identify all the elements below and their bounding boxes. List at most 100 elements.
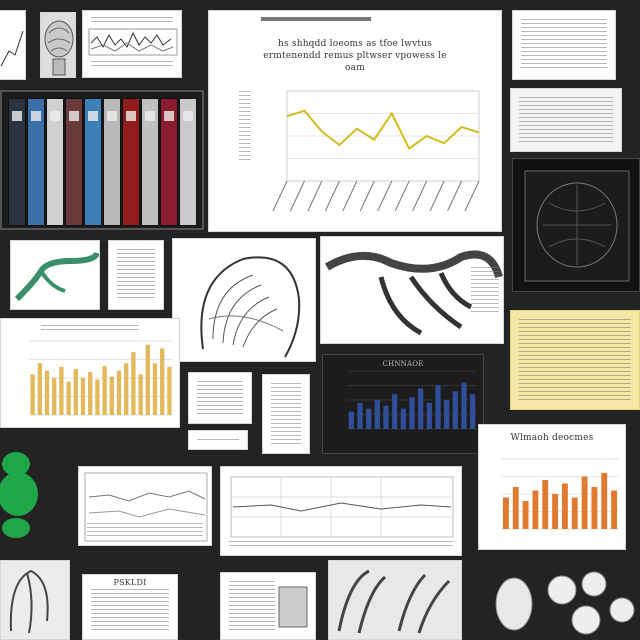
amber-bar <box>73 369 78 415</box>
orange-bar <box>522 501 529 529</box>
text-snippet-card <box>108 240 164 310</box>
binder-label <box>12 111 22 121</box>
green-model <box>0 450 40 540</box>
binder-spine <box>65 98 83 226</box>
navy-bar <box>409 397 415 429</box>
collage-canvas: { "background": "#232323", "colors": { "… <box>0 0 640 640</box>
device-card <box>220 572 316 640</box>
binder-label <box>126 111 136 121</box>
binder-spine <box>141 98 159 226</box>
orange-bar <box>512 487 519 529</box>
binder-label <box>164 111 174 121</box>
anatomy-sketch-small <box>0 560 70 640</box>
mini-chart-card <box>0 10 26 80</box>
orange-bar <box>532 490 539 529</box>
amber-bar <box>52 378 57 415</box>
orange-bar <box>502 497 509 529</box>
tick-label <box>307 180 323 212</box>
orange-bar <box>601 473 608 529</box>
tick-label <box>272 180 288 212</box>
navy-bar <box>444 400 450 429</box>
amber-chart-card <box>0 318 180 428</box>
amber-bar <box>138 374 143 415</box>
binder-spine <box>8 98 26 226</box>
amber-bar <box>167 366 172 415</box>
orange-bar-chart <box>501 458 619 530</box>
amber-bar <box>66 381 71 415</box>
binder-label <box>50 111 60 121</box>
amber-bar <box>95 379 100 415</box>
vascular-diagram-card <box>10 240 100 310</box>
dark-scan-card <box>512 158 640 292</box>
notes-card-3 <box>188 430 248 450</box>
binder-label <box>31 111 41 121</box>
orange-bar <box>591 487 598 529</box>
trace-chart-card <box>78 466 212 546</box>
muscle-sketch-bottom <box>328 560 462 640</box>
amber-bar <box>102 366 107 415</box>
navy-bar <box>418 388 424 429</box>
bottom-text-card: PSKLDI <box>82 574 178 640</box>
yellow-table-card <box>510 310 640 410</box>
orange-bar <box>571 497 578 529</box>
navy-bar <box>348 411 354 429</box>
anatomy-sketch-card <box>172 238 316 362</box>
binder-spine <box>27 98 45 226</box>
amber-bar <box>44 370 50 415</box>
tick-label <box>290 180 305 212</box>
binder-label <box>145 111 155 121</box>
navy-bar <box>426 402 432 429</box>
navy-bar <box>400 408 406 429</box>
amber-bar <box>88 372 93 415</box>
notes-card-1 <box>188 372 252 424</box>
notes-card-2 <box>262 374 310 454</box>
brain-model-card <box>40 12 76 78</box>
orange-chart-card: Wlmaoh deocmes <box>478 424 626 550</box>
amber-bar <box>131 352 136 415</box>
amber-bar-chart <box>29 340 173 416</box>
navy-bar <box>383 405 389 429</box>
navy-bar <box>452 391 458 429</box>
waveform-card <box>82 10 182 78</box>
tick-label <box>429 180 445 212</box>
binder-label <box>183 111 193 121</box>
amber-bar <box>80 378 86 415</box>
tick-label <box>324 180 340 212</box>
amber-bar <box>124 363 129 415</box>
navy-bar <box>435 385 441 429</box>
binder-label <box>107 111 117 121</box>
navy-bar <box>392 394 398 429</box>
binder-spine <box>46 98 64 226</box>
binder-label <box>88 111 98 121</box>
tick-label <box>342 180 358 212</box>
orange-bar <box>581 476 588 529</box>
binder-spine <box>122 98 140 226</box>
binder-label <box>69 111 79 121</box>
amber-bar <box>152 363 158 415</box>
tick-label <box>394 180 410 212</box>
amber-bar <box>59 366 64 415</box>
navy-bar <box>461 382 467 429</box>
navy-bar-chart <box>347 370 477 430</box>
amber-bar <box>160 348 165 415</box>
tick-label <box>359 180 375 212</box>
navy-chart-card: CHNNAOE <box>322 354 484 454</box>
orange-bar <box>611 490 618 529</box>
binder-spine <box>179 98 197 226</box>
binder-spine <box>84 98 102 226</box>
amber-bar <box>37 363 42 415</box>
binder-spine <box>160 98 178 226</box>
navy-bar <box>357 402 363 429</box>
bottom-card-heading: PSKLDI <box>113 578 147 587</box>
orange-bar <box>542 480 549 529</box>
orange-bar <box>561 483 568 529</box>
yellow-line-chart <box>272 90 480 212</box>
amber-bar <box>145 344 150 415</box>
table-document-top <box>512 10 616 80</box>
navy-bar <box>366 408 372 429</box>
binder-spine <box>103 98 121 226</box>
tick-label <box>412 180 428 212</box>
amber-bar <box>116 370 122 415</box>
report-document: hs shhqdd loeoms as tfoe lwvtus ermtenen… <box>208 10 502 232</box>
navy-bar <box>374 400 380 429</box>
